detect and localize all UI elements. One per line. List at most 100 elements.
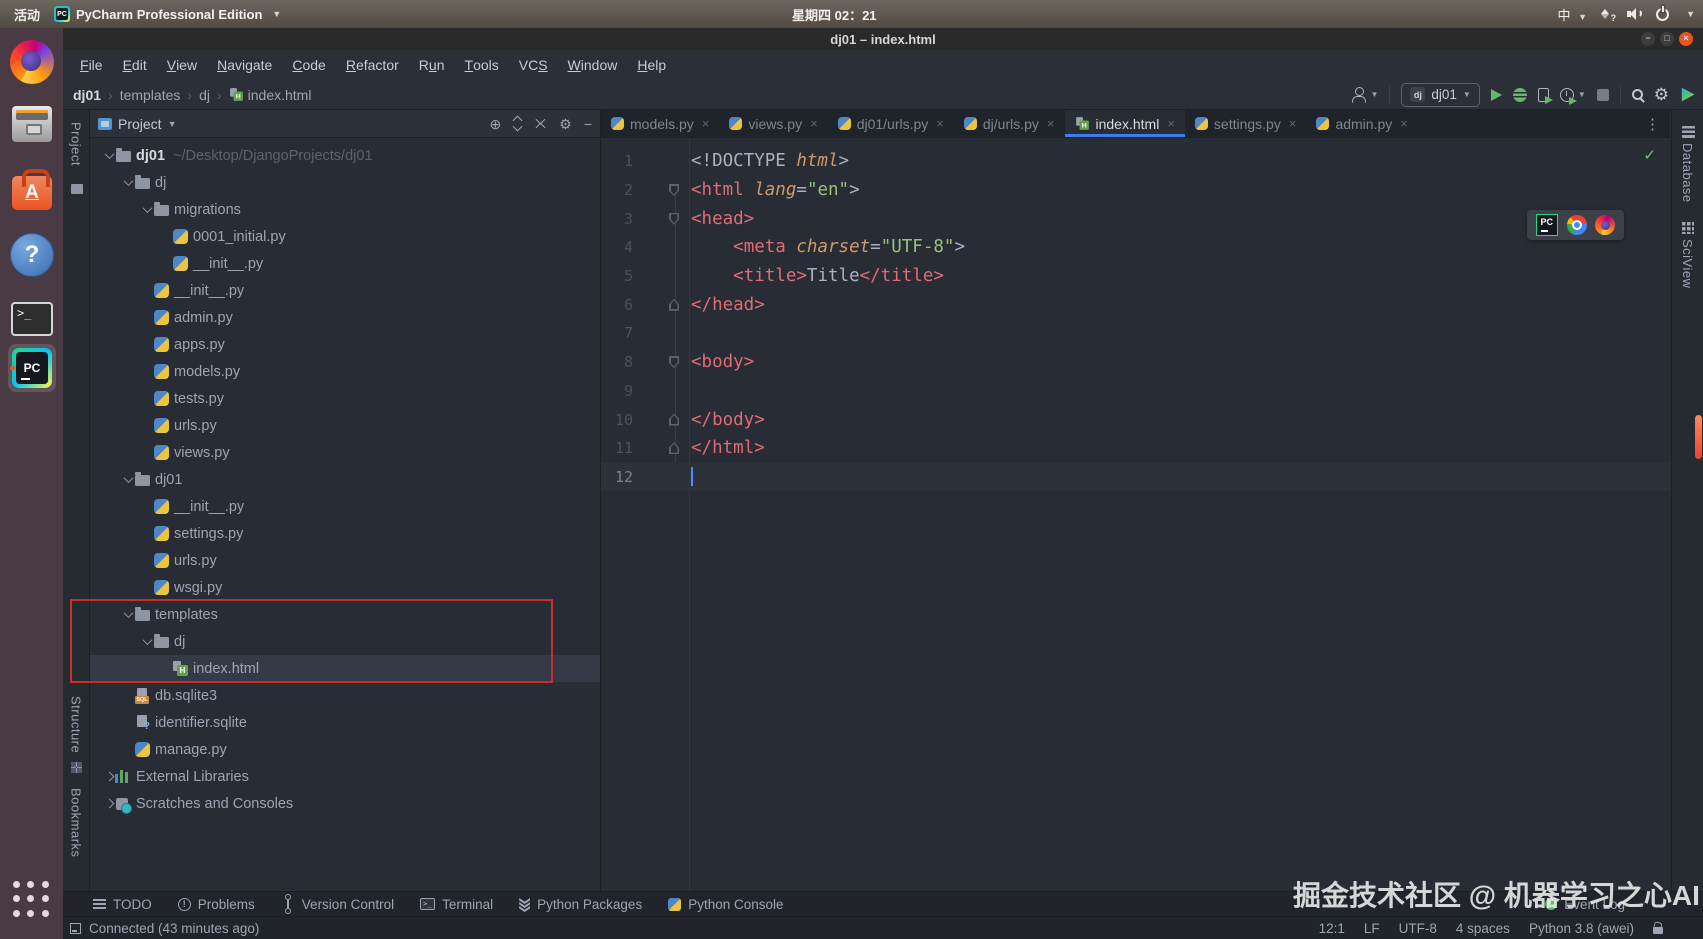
run-with-coverage-icon[interactable]: [1537, 87, 1553, 104]
structure-icon[interactable]: [71, 762, 82, 773]
vcs-status[interactable]: Connected (43 minutes ago): [70, 921, 259, 936]
breadcrumb-item[interactable]: index.html: [226, 87, 315, 103]
code-line-12[interactable]: 12: [601, 462, 1670, 492]
ubuntu-software-icon[interactable]: [8, 166, 56, 214]
settings-gear-icon[interactable]: ⚙: [1654, 86, 1669, 103]
close-tab-icon[interactable]: ×: [936, 116, 944, 131]
close-button[interactable]: ×: [1679, 32, 1693, 46]
help-icon[interactable]: ?: [8, 231, 56, 279]
profiler-icon[interactable]: ▼: [1559, 87, 1586, 105]
tree-item-urls.py[interactable]: urls.py: [90, 412, 600, 439]
terminal-icon[interactable]: >_: [8, 295, 56, 343]
chevron-right-icon[interactable]: [102, 798, 116, 809]
sciview-icon[interactable]: [1682, 222, 1694, 234]
tree-item-dj[interactable]: dj: [90, 628, 600, 655]
tree-item-__init__.py[interactable]: __init__.py: [90, 250, 600, 277]
tab-views.py[interactable]: views.py ×: [719, 110, 827, 137]
tree-item-admin.py[interactable]: admin.py: [90, 304, 600, 331]
debug-icon[interactable]: [1512, 87, 1527, 102]
code-line-9[interactable]: 9: [601, 377, 1670, 406]
firefox-icon[interactable]: [8, 38, 56, 86]
show-applications-button[interactable]: [13, 881, 51, 919]
input-method-indicator[interactable]: 中 ▼: [1558, 5, 1588, 24]
tool-stripe-structure[interactable]: Structure: [69, 696, 84, 753]
settings-gear-icon[interactable]: ⚙: [559, 117, 572, 131]
tree-item-views.py[interactable]: views.py: [90, 439, 600, 466]
chevron-down-icon[interactable]: [121, 473, 135, 484]
tab-admin.py[interactable]: admin.py ×: [1306, 110, 1417, 137]
maximize-button[interactable]: □: [1660, 32, 1674, 46]
code-line-1[interactable]: 1 <!DOCTYPE html>: [601, 147, 1670, 176]
scrollbar-thumb[interactable]: [1695, 415, 1702, 459]
tool-stripe-database[interactable]: Database: [1680, 143, 1695, 203]
menu-refactor[interactable]: Refactor: [336, 50, 409, 80]
collapse-all-icon[interactable]: [535, 114, 547, 133]
clock[interactable]: 星期四 02：21: [792, 0, 877, 28]
run-configuration-select[interactable]: dj dj01 ▼: [1401, 82, 1480, 107]
menu-window[interactable]: Window: [558, 50, 628, 80]
code-line-4[interactable]: 4 <meta charset="UTF-8">: [601, 233, 1670, 262]
breadcrumb-item[interactable]: templates: [117, 87, 184, 103]
search-icon[interactable]: [1631, 89, 1643, 100]
tree-item-dj01[interactable]: dj01: [90, 466, 600, 493]
tree-item-migrations[interactable]: migrations: [90, 196, 600, 223]
chevron-right-icon[interactable]: [102, 771, 116, 782]
tree-item-urls.py[interactable]: urls.py: [90, 547, 600, 574]
tab-settings.py[interactable]: settings.py ×: [1185, 110, 1307, 137]
files-icon[interactable]: [8, 100, 56, 148]
fold-marker-icon[interactable]: [667, 356, 681, 369]
tab-options-icon[interactable]: ⋮: [1645, 115, 1660, 133]
menu-help[interactable]: Help: [627, 50, 676, 80]
tool-button-problems[interactable]: ! Problems: [177, 897, 255, 912]
tree-item-__init__.py[interactable]: __init__.py: [90, 493, 600, 520]
activities-button[interactable]: 活动: [0, 5, 54, 24]
code-line-3[interactable]: 3 <head>: [601, 204, 1670, 233]
code-line-8[interactable]: 8 <body>: [601, 348, 1670, 377]
app-indicator[interactable]: PyCharm Professional Edition ▼: [54, 6, 281, 22]
tree-item-__init__.py[interactable]: __init__.py: [90, 277, 600, 304]
run-icon[interactable]: [1490, 88, 1502, 101]
tree-item-apps.py[interactable]: apps.py: [90, 331, 600, 358]
fold-marker-icon[interactable]: [667, 212, 681, 225]
code-area[interactable]: 1 <!DOCTYPE html> 2 <html lang="en"> 3 <head>…: [601, 138, 1670, 891]
breadcrumb-item[interactable]: dj01: [70, 87, 104, 103]
breadcrumb-item[interactable]: dj: [196, 87, 213, 103]
stop-icon[interactable]: [1596, 88, 1609, 101]
chevron-down-icon[interactable]: [121, 176, 135, 187]
menu-code[interactable]: Code: [282, 50, 335, 80]
tool-button-python-console[interactable]: Python Console: [668, 897, 784, 912]
pycharm-preview-icon[interactable]: [1535, 214, 1558, 236]
tree-item-index.html[interactable]: index.html: [90, 655, 600, 682]
tree-item-tests.py[interactable]: tests.py: [90, 385, 600, 412]
code-line-2[interactable]: 2 <html lang="en">: [601, 176, 1670, 205]
close-tab-icon[interactable]: ×: [702, 116, 710, 131]
fold-marker-icon[interactable]: [667, 442, 681, 455]
code-line-10[interactable]: 10 </body>: [601, 405, 1670, 434]
code-line-7[interactable]: 7: [601, 319, 1670, 348]
close-tab-icon[interactable]: ×: [810, 116, 818, 131]
power-icon[interactable]: [1656, 7, 1670, 21]
tab-dj01/urls.py[interactable]: dj01/urls.py ×: [828, 110, 954, 137]
tree-item-dj01[interactable]: dj01 ~/Desktop/DjangoProjects/dj01: [90, 142, 600, 169]
status-item[interactable]: Python 3.8 (awei): [1529, 921, 1634, 936]
folder-icon[interactable]: [71, 184, 83, 194]
chevron-down-icon[interactable]: ▼: [1686, 9, 1695, 19]
menu-navigate[interactable]: Navigate: [207, 50, 282, 80]
tool-stripe-sciview[interactable]: SciView: [1680, 239, 1695, 289]
user-icon[interactable]: ▼: [1351, 86, 1378, 103]
tool-button-python-packages[interactable]: Python Packages: [519, 897, 642, 912]
status-item[interactable]: 4 spaces: [1456, 921, 1510, 936]
tab-models.py[interactable]: models.py ×: [601, 110, 719, 137]
chevron-down-icon[interactable]: [102, 149, 116, 160]
close-tab-icon[interactable]: ×: [1289, 116, 1297, 131]
menu-file[interactable]: File: [70, 50, 113, 80]
menu-run[interactable]: Run: [409, 50, 455, 80]
window-titlebar[interactable]: dj01 – index.html − □ ×: [63, 28, 1703, 50]
minimize-button[interactable]: −: [1641, 32, 1655, 46]
event-log-button[interactable]: Event Log: [1545, 897, 1625, 912]
tree-item-db.sqlite3[interactable]: db.sqlite3: [90, 682, 600, 709]
close-tab-icon[interactable]: ×: [1167, 116, 1175, 131]
status-item[interactable]: 12:1: [1319, 921, 1345, 936]
inspections-ok-icon[interactable]: ✓: [1643, 146, 1656, 164]
tree-item-identifier.sqlite[interactable]: identifier.sqlite: [90, 709, 600, 736]
